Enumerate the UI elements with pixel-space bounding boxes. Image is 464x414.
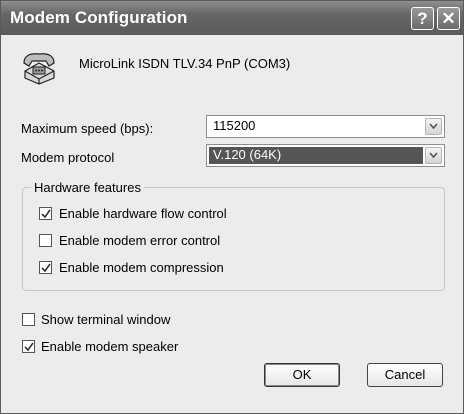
modem-compression-checkbox[interactable]: [39, 261, 52, 274]
chevron-down-icon: [429, 123, 438, 130]
modem-protocol-select[interactable]: V.120 (64K): [206, 144, 445, 167]
modem-phone-icon: [23, 53, 55, 85]
show-terminal-window-label[interactable]: Show terminal window: [41, 312, 170, 327]
hardware-flow-control-checkbox[interactable]: [39, 207, 52, 220]
modem-compression-label[interactable]: Enable modem compression: [59, 260, 224, 275]
device-name: MicroLink ISDN TLV.34 PnP (COM3): [79, 56, 291, 71]
cancel-button[interactable]: Cancel: [367, 363, 443, 387]
max-speed-select[interactable]: 115200: [206, 115, 445, 138]
modem-protocol-value: V.120 (64K): [213, 147, 282, 162]
help-button[interactable]: ?: [411, 7, 434, 30]
max-speed-dropdown-arrow[interactable]: [425, 118, 442, 135]
modem-speaker-label[interactable]: Enable modem speaker: [41, 339, 178, 354]
modem-error-control-checkbox[interactable]: [39, 234, 52, 247]
checkmark-icon: [24, 342, 34, 352]
show-terminal-window-checkbox[interactable]: [22, 313, 35, 326]
chevron-down-icon: [429, 152, 438, 159]
checkmark-icon: [41, 263, 51, 273]
close-button[interactable]: ✕: [437, 7, 460, 30]
modem-configuration-dialog: Modem Configuration ? ✕ MicroLink ISDN T…: [0, 0, 464, 414]
ok-button[interactable]: OK: [264, 363, 340, 387]
title-bar[interactable]: Modem Configuration ? ✕: [1, 1, 463, 35]
max-speed-label: Maximum speed (bps):: [21, 121, 154, 136]
modem-speaker-checkbox[interactable]: [22, 340, 35, 353]
modem-protocol-dropdown-arrow[interactable]: [425, 147, 442, 164]
window-title: Modem Configuration: [10, 8, 188, 27]
modem-error-control-label[interactable]: Enable modem error control: [59, 233, 220, 248]
max-speed-value: 115200: [213, 118, 256, 133]
modem-protocol-label: Modem protocol: [21, 150, 115, 165]
hardware-flow-control-label[interactable]: Enable hardware flow control: [59, 206, 227, 221]
checkmark-icon: [41, 209, 51, 219]
hardware-features-title: Hardware features: [31, 180, 144, 195]
